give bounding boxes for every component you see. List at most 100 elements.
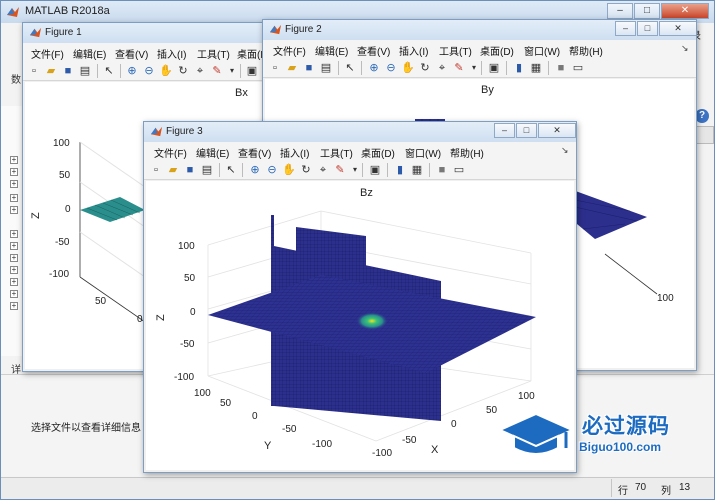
show-tools-icon[interactable]: ▭	[571, 61, 585, 75]
zoom-out-icon[interactable]: ⊖	[142, 64, 156, 78]
menu-tools[interactable]: 工具(T)	[197, 46, 230, 61]
print-icon[interactable]: ▤	[200, 163, 214, 177]
tree-expand-icon[interactable]: +	[10, 302, 18, 310]
zoom-in-icon[interactable]: ⊕	[367, 61, 381, 75]
data-cursor-icon[interactable]: ⌖	[193, 64, 207, 78]
pan-icon[interactable]: ✋	[401, 61, 415, 75]
menu-view[interactable]: 查看(V)	[357, 43, 390, 58]
pointer-icon[interactable]: ↖	[343, 61, 357, 75]
hide-tools-icon[interactable]: ■	[554, 61, 568, 75]
new-icon[interactable]: ▫	[149, 163, 163, 177]
menu-file[interactable]: 文件(F)	[154, 145, 187, 160]
minimize-button[interactable]: –	[607, 3, 633, 19]
brush-icon[interactable]: ✎	[210, 64, 224, 78]
matlab-logo	[150, 126, 163, 137]
y-axis-line	[79, 276, 146, 323]
close-button[interactable]: ✕	[661, 3, 709, 19]
figure3-maximize-button[interactable]: □	[516, 123, 537, 138]
menu-insert[interactable]: 插入(I)	[399, 43, 428, 58]
menu-help[interactable]: 帮助(H)	[450, 145, 484, 160]
menu-window[interactable]: 窗口(W)	[405, 145, 441, 160]
tree-expand-icon[interactable]: +	[10, 206, 18, 214]
open-icon[interactable]: ▰	[44, 64, 58, 78]
open-icon[interactable]: ▰	[285, 61, 299, 75]
save-icon[interactable]: ■	[302, 61, 316, 75]
data-cursor-icon[interactable]: ⌖	[316, 163, 330, 177]
maximize-button[interactable]: □	[634, 3, 660, 19]
tree-expand-icon[interactable]: +	[10, 194, 18, 202]
rotate-icon[interactable]: ↻	[176, 64, 190, 78]
show-tools-icon[interactable]: ▭	[452, 163, 466, 177]
menu-view[interactable]: 查看(V)	[115, 46, 148, 61]
pointer-icon[interactable]: ↖	[224, 163, 238, 177]
menu-file[interactable]: 文件(F)	[273, 43, 306, 58]
new-icon[interactable]: ▫	[27, 64, 41, 78]
pointer-icon[interactable]: ↖	[102, 64, 116, 78]
link-icon[interactable]: ▣	[487, 61, 501, 75]
figure2-minimize-button[interactable]: –	[615, 21, 636, 36]
menu-help[interactable]: 帮助(H)	[569, 43, 603, 58]
print-icon[interactable]: ▤	[78, 64, 92, 78]
tree-expand-icon[interactable]: +	[10, 230, 18, 238]
new-icon[interactable]: ▫	[268, 61, 282, 75]
menu-file[interactable]: 文件(F)	[31, 46, 64, 61]
menu-edit[interactable]: 编辑(E)	[196, 145, 229, 160]
figure3-menubar: 文件(F) 编辑(E) 查看(V) 插入(I) 工具(T) 桌面(D) 窗口(W…	[144, 142, 576, 160]
brush-dropdown-icon[interactable]: ▾	[225, 64, 239, 78]
open-icon[interactable]: ▰	[166, 163, 180, 177]
tree-expand-icon[interactable]: +	[10, 168, 18, 176]
menu-dock-icon[interactable]: ↘	[561, 145, 569, 156]
colorbar-icon[interactable]: ▮	[393, 163, 407, 177]
link-icon[interactable]: ▣	[368, 163, 382, 177]
figure2-maximize-button[interactable]: □	[637, 21, 658, 36]
menu-dock-icon[interactable]: ↘	[681, 43, 689, 54]
figure3-close-button[interactable]: ✕	[538, 123, 576, 138]
save-icon[interactable]: ■	[61, 64, 75, 78]
tree-expand-icon[interactable]: +	[10, 290, 18, 298]
menu-window[interactable]: 窗口(W)	[524, 43, 560, 58]
figure1-title-bar[interactable]: Figure 1	[23, 23, 279, 43]
tree-expand-icon[interactable]: +	[10, 242, 18, 250]
legend-icon[interactable]: ▦	[529, 61, 543, 75]
menu-desktop[interactable]: 桌面(D)	[480, 43, 514, 58]
right-panel-toggle[interactable]	[694, 126, 714, 144]
save-icon[interactable]: ■	[183, 163, 197, 177]
brush-dropdown-icon[interactable]: ▾	[467, 61, 481, 75]
zoom-in-icon[interactable]: ⊕	[125, 64, 139, 78]
pan-icon[interactable]: ✋	[159, 64, 173, 78]
pan-icon[interactable]: ✋	[282, 163, 296, 177]
y-tick: -50	[282, 424, 297, 435]
z-tick: 50	[59, 170, 71, 181]
brush-icon[interactable]: ✎	[333, 163, 347, 177]
tree-expand-icon[interactable]: +	[10, 254, 18, 262]
figure3-minimize-button[interactable]: –	[494, 123, 515, 138]
rotate-icon[interactable]: ↻	[418, 61, 432, 75]
colorbar-icon[interactable]: ▮	[512, 61, 526, 75]
brush-icon[interactable]: ✎	[452, 61, 466, 75]
print-icon[interactable]: ▤	[319, 61, 333, 75]
data-cursor-icon[interactable]: ⌖	[435, 61, 449, 75]
help-icon[interactable]: ?	[695, 109, 709, 123]
menu-tools[interactable]: 工具(T)	[320, 145, 353, 160]
menu-desktop[interactable]: 桌面(D)	[361, 145, 395, 160]
link-icon[interactable]: ▣	[245, 64, 259, 78]
menu-insert[interactable]: 插入(I)	[280, 145, 309, 160]
zoom-out-icon[interactable]: ⊖	[265, 163, 279, 177]
zoom-out-icon[interactable]: ⊖	[384, 61, 398, 75]
menu-view[interactable]: 查看(V)	[238, 145, 271, 160]
rotate-icon[interactable]: ↻	[299, 163, 313, 177]
tree-expand-icon[interactable]: +	[10, 180, 18, 188]
menu-edit[interactable]: 编辑(E)	[315, 43, 348, 58]
menu-edit[interactable]: 编辑(E)	[73, 46, 106, 61]
tree-expand-icon[interactable]: +	[10, 278, 18, 286]
tree-expand-icon[interactable]: +	[10, 156, 18, 164]
figure2-close-button[interactable]: ✕	[659, 21, 696, 36]
status-row-label: 行	[618, 486, 628, 497]
legend-icon[interactable]: ▦	[410, 163, 424, 177]
hide-tools-icon[interactable]: ■	[435, 163, 449, 177]
tree-expand-icon[interactable]: +	[10, 266, 18, 274]
zoom-in-icon[interactable]: ⊕	[248, 163, 262, 177]
menu-tools[interactable]: 工具(T)	[439, 43, 472, 58]
menu-insert[interactable]: 插入(I)	[157, 46, 186, 61]
brush-dropdown-icon[interactable]: ▾	[348, 163, 362, 177]
